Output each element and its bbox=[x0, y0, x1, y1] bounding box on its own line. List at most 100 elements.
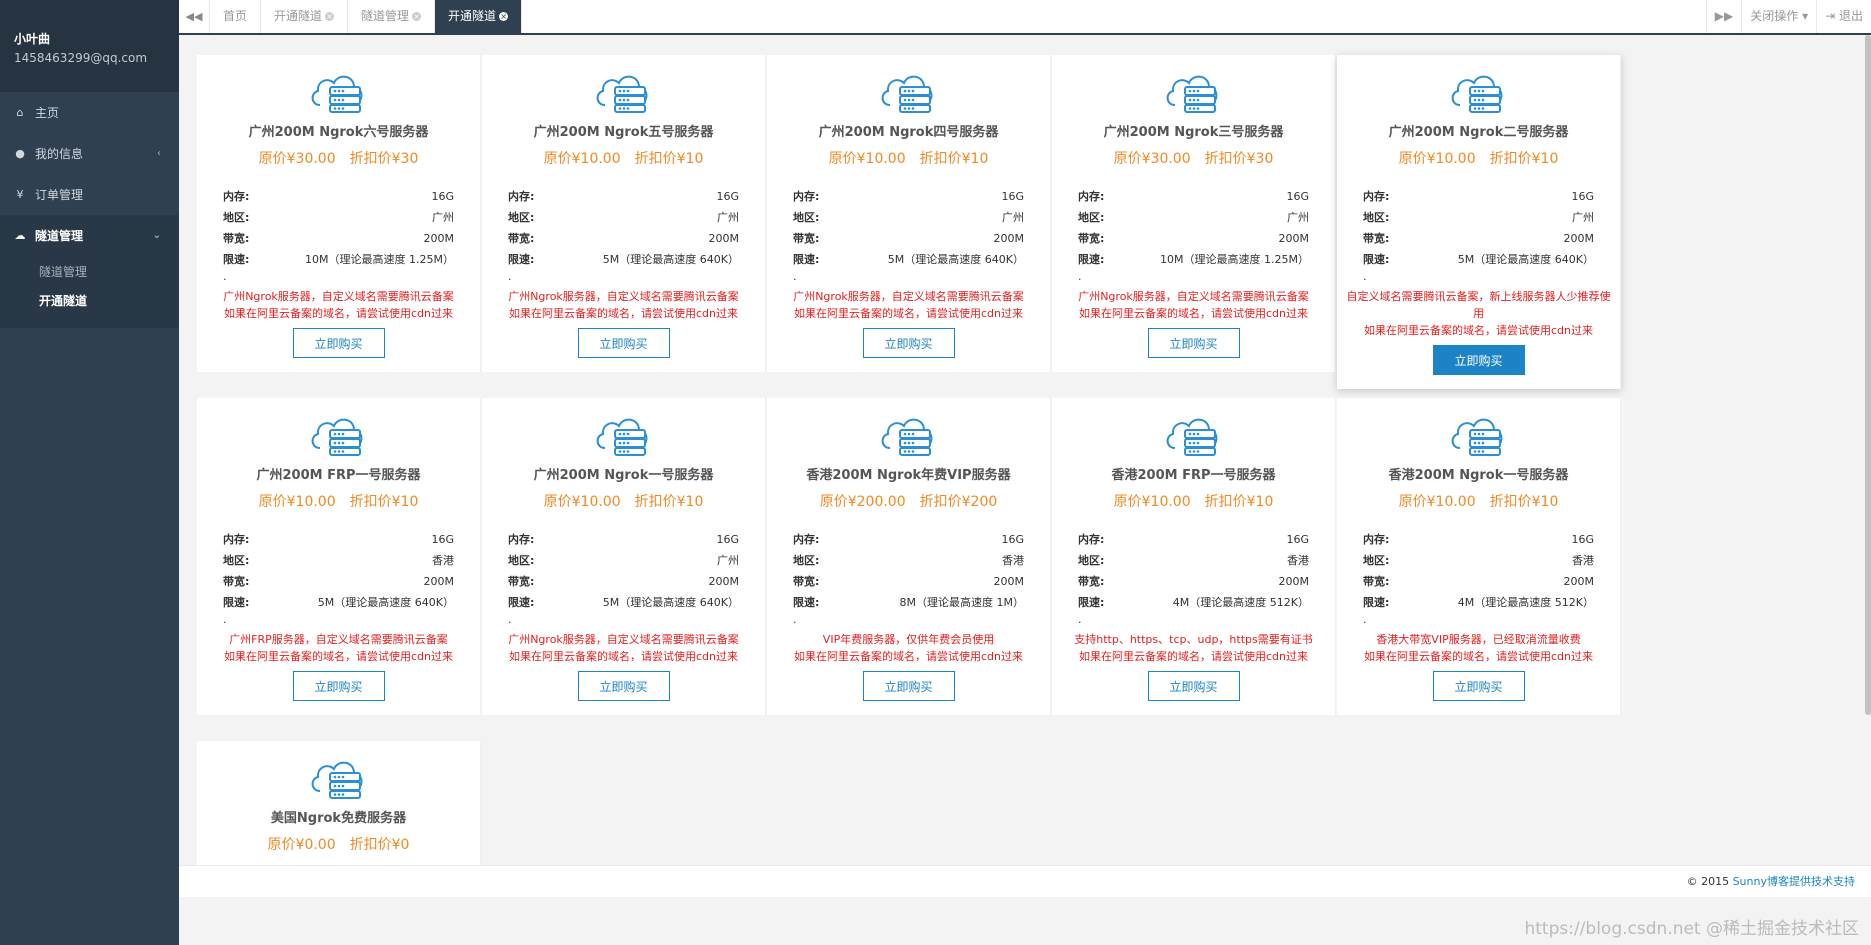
original-price: 原价¥10.00 bbox=[258, 494, 336, 510]
discount-price: 折扣价¥200 bbox=[919, 494, 998, 510]
sidebar-item-orders[interactable]: ¥ 订单管理 bbox=[0, 174, 179, 215]
spec-row-limit: 限速: 5M（理论最高速度 640K） bbox=[793, 249, 1024, 270]
buy-now-button[interactable]: 立即购买 bbox=[862, 671, 955, 701]
spec-row-memory: 内存: 16G bbox=[793, 529, 1024, 550]
cloud-server-icon bbox=[881, 75, 932, 113]
tab-label: 开通隧道 bbox=[448, 9, 497, 23]
spec-row-memory: 内存: 16G bbox=[508, 529, 739, 550]
buy-now-button[interactable]: 立即购买 bbox=[862, 328, 955, 358]
tab-open-tunnel-active[interactable]: 开通隧道 × bbox=[435, 0, 523, 33]
subnav-open-tunnel[interactable]: 开通隧道 bbox=[0, 287, 179, 316]
spec-row-memory: 内存: 16G bbox=[508, 186, 739, 207]
server-note-line-2: 如果在阿里云备案的域名，请尝试使用cdn过来 bbox=[223, 307, 453, 320]
sidebar-item-home[interactable]: ⌂ 主页 bbox=[0, 92, 179, 133]
sidebar: 小叶曲 1458463299@qq.com ⌂ 主页 ● 我的信息 ‹ ¥ 订单… bbox=[0, 0, 179, 945]
spec-value: 香港 bbox=[1287, 554, 1309, 567]
server-note-line-1: 广州Ngrok服务器，自定义域名需要腾讯云备案 bbox=[508, 290, 739, 303]
tab-tunnel-manage[interactable]: 隧道管理 × bbox=[348, 0, 436, 33]
spec-value: 广州 bbox=[1002, 211, 1024, 224]
spec-value: 5M（理论最高速度 640K） bbox=[602, 253, 739, 266]
spec-row-bandwidth: 带宽: 200M bbox=[1078, 571, 1309, 592]
close-operations-dropdown[interactable]: 关闭操作 ▾ bbox=[1741, 0, 1816, 33]
watermark: https://blog.csdn.net @稀土掘金技术社区 bbox=[1524, 919, 1859, 939]
discount-price: 折扣价¥30 bbox=[349, 151, 419, 167]
server-note-line-2: 如果在阿里云备案的域名，请尝试使用cdn过来 bbox=[1078, 650, 1308, 663]
spec-label: 限速: bbox=[508, 596, 535, 609]
spec-value: 16G bbox=[1001, 190, 1024, 203]
spec-value: 5M（理论最高速度 640K） bbox=[602, 596, 739, 609]
buy-now-button[interactable]: 立即购买 bbox=[577, 328, 670, 358]
spec-label: 内存: bbox=[1078, 533, 1105, 546]
cloud-server-icon bbox=[881, 418, 932, 456]
server-specs: 内存: 16G 地区: 广州 带宽: 200M 限速: 10M（理论最高速度 1.25M… bbox=[1078, 186, 1309, 270]
discount-price: 折扣价¥10 bbox=[349, 494, 419, 510]
tabs-bar: ◀◀ 首页 开通隧道 × 隧道管理 × 开通隧道 × ▶▶ 关闭操作 ▾ ⇥ 退出 bbox=[179, 0, 1871, 35]
subnav-tunnel-manage[interactable]: 隧道管理 bbox=[0, 258, 179, 287]
sidebar-item-tunnels[interactable]: ☁ 隧道管理 ⌄ bbox=[0, 215, 179, 256]
user-profile[interactable]: 小叶曲 1458463299@qq.com bbox=[0, 0, 179, 92]
logout-button[interactable]: ⇥ 退出 bbox=[1816, 0, 1871, 33]
spec-label: 限速: bbox=[1078, 596, 1105, 609]
server-price: 原价¥200.00 折扣价¥200 bbox=[767, 491, 1050, 511]
server-card: 广州200M Ngrok三号服务器 原价¥30.00 折扣价¥30 内存: 16G … bbox=[1052, 55, 1336, 372]
spec-value: 5M（理论最高速度 640K） bbox=[317, 596, 454, 609]
spec-label: 地区: bbox=[793, 554, 820, 567]
server-price: 原价¥10.00 折扣价¥10 bbox=[482, 148, 765, 168]
buy-now-button[interactable]: 立即购买 bbox=[1432, 671, 1525, 701]
spec-label: 内存: bbox=[223, 190, 250, 203]
close-icon[interactable]: × bbox=[499, 12, 509, 21]
spec-row-memory: 内存: 16G bbox=[1078, 529, 1309, 550]
chevron-down-icon: ⌄ bbox=[152, 230, 161, 241]
sidebar-item-profile[interactable]: ● 我的信息 ‹ bbox=[0, 133, 179, 174]
server-card: 香港200M Ngrok年费VIP服务器 原价¥200.00 折扣价¥200 内存… bbox=[767, 398, 1051, 715]
discount-price: 折扣价¥30 bbox=[1204, 151, 1274, 167]
cloud-server-icon bbox=[311, 761, 362, 799]
spec-dot: . bbox=[223, 270, 227, 283]
server-card: 广州200M Ngrok一号服务器 原价¥10.00 折扣价¥10 内存: 16G … bbox=[482, 398, 766, 715]
cloud-server-icon bbox=[1451, 418, 1502, 456]
server-name: 香港200M Ngrok一号服务器 bbox=[1388, 468, 1569, 483]
buy-now-button[interactable]: 立即购买 bbox=[292, 671, 385, 701]
buy-now-button[interactable]: 立即购买 bbox=[1147, 671, 1240, 701]
page-scrollbar[interactable] bbox=[1865, 35, 1871, 715]
spec-label: 带宽: bbox=[223, 232, 250, 245]
sidebar-item-label: 我的信息 bbox=[35, 147, 84, 161]
spec-row-memory: 内存: 16G bbox=[1363, 529, 1594, 550]
spec-row-limit: 限速: 5M（理论最高速度 640K） bbox=[1363, 249, 1594, 270]
buy-now-button[interactable]: 立即购买 bbox=[577, 671, 670, 701]
server-name: 广州200M Ngrok二号服务器 bbox=[1388, 125, 1569, 140]
original-price: 原价¥10.00 bbox=[1398, 494, 1476, 510]
tabs-scroll-left-icon[interactable]: ◀◀ bbox=[179, 0, 210, 33]
close-icon[interactable]: × bbox=[325, 12, 335, 21]
tab-home[interactable]: 首页 bbox=[210, 0, 262, 33]
tabs-scroll-right-icon[interactable]: ▶▶ bbox=[1705, 0, 1741, 33]
server-name: 广州200M Ngrok三号服务器 bbox=[1103, 125, 1284, 140]
buy-now-button[interactable]: 立即购买 bbox=[1147, 328, 1240, 358]
spec-value: 16G bbox=[1286, 533, 1309, 546]
spec-value: 广州 bbox=[717, 211, 739, 224]
server-price: 原价¥10.00 折扣价¥10 bbox=[767, 148, 1050, 168]
spec-row-limit: 限速: 8M（理论最高速度 1M） bbox=[793, 592, 1024, 613]
spec-dot: . bbox=[1363, 613, 1367, 626]
server-note-line-1: 支持http、https、tcp、udp，https需要有证书 bbox=[1074, 633, 1313, 646]
spec-label: 地区: bbox=[793, 211, 820, 224]
spec-row-limit: 限速: 5M（理论最高速度 640K） bbox=[508, 249, 739, 270]
original-price: 原价¥10.00 bbox=[543, 494, 621, 510]
server-note-line-1: 自定义域名需要腾讯云备案，新上线服务器人少推荐使用 bbox=[1346, 290, 1611, 320]
original-price: 原价¥10.00 bbox=[828, 151, 906, 167]
footer-link[interactable]: Sunny博客提供技术支持 bbox=[1733, 875, 1855, 888]
cloud-server-icon bbox=[1166, 418, 1217, 456]
close-icon[interactable]: × bbox=[412, 12, 422, 21]
spec-value: 广州 bbox=[717, 554, 739, 567]
server-name: 广州200M Ngrok五号服务器 bbox=[533, 125, 714, 140]
buy-now-button[interactable]: 立即购买 bbox=[292, 328, 385, 358]
server-card: 香港200M FRP一号服务器 原价¥10.00 折扣价¥10 内存: 16G 地区… bbox=[1052, 398, 1336, 715]
buy-now-button[interactable]: 立即购买 bbox=[1432, 345, 1525, 375]
tab-open-tunnel[interactable]: 开通隧道 × bbox=[261, 0, 349, 33]
server-name: 广州200M Ngrok四号服务器 bbox=[818, 125, 999, 140]
spec-row-memory: 内存: 16G bbox=[223, 529, 454, 550]
server-note-line-2: 如果在阿里云备案的域名，请尝试使用cdn过来 bbox=[1363, 650, 1593, 663]
spec-row-bandwidth: 带宽: 200M bbox=[223, 571, 454, 592]
discount-price: 折扣价¥10 bbox=[634, 494, 704, 510]
spec-row-limit: 限速: 5M（理论最高速度 640K） bbox=[508, 592, 739, 613]
